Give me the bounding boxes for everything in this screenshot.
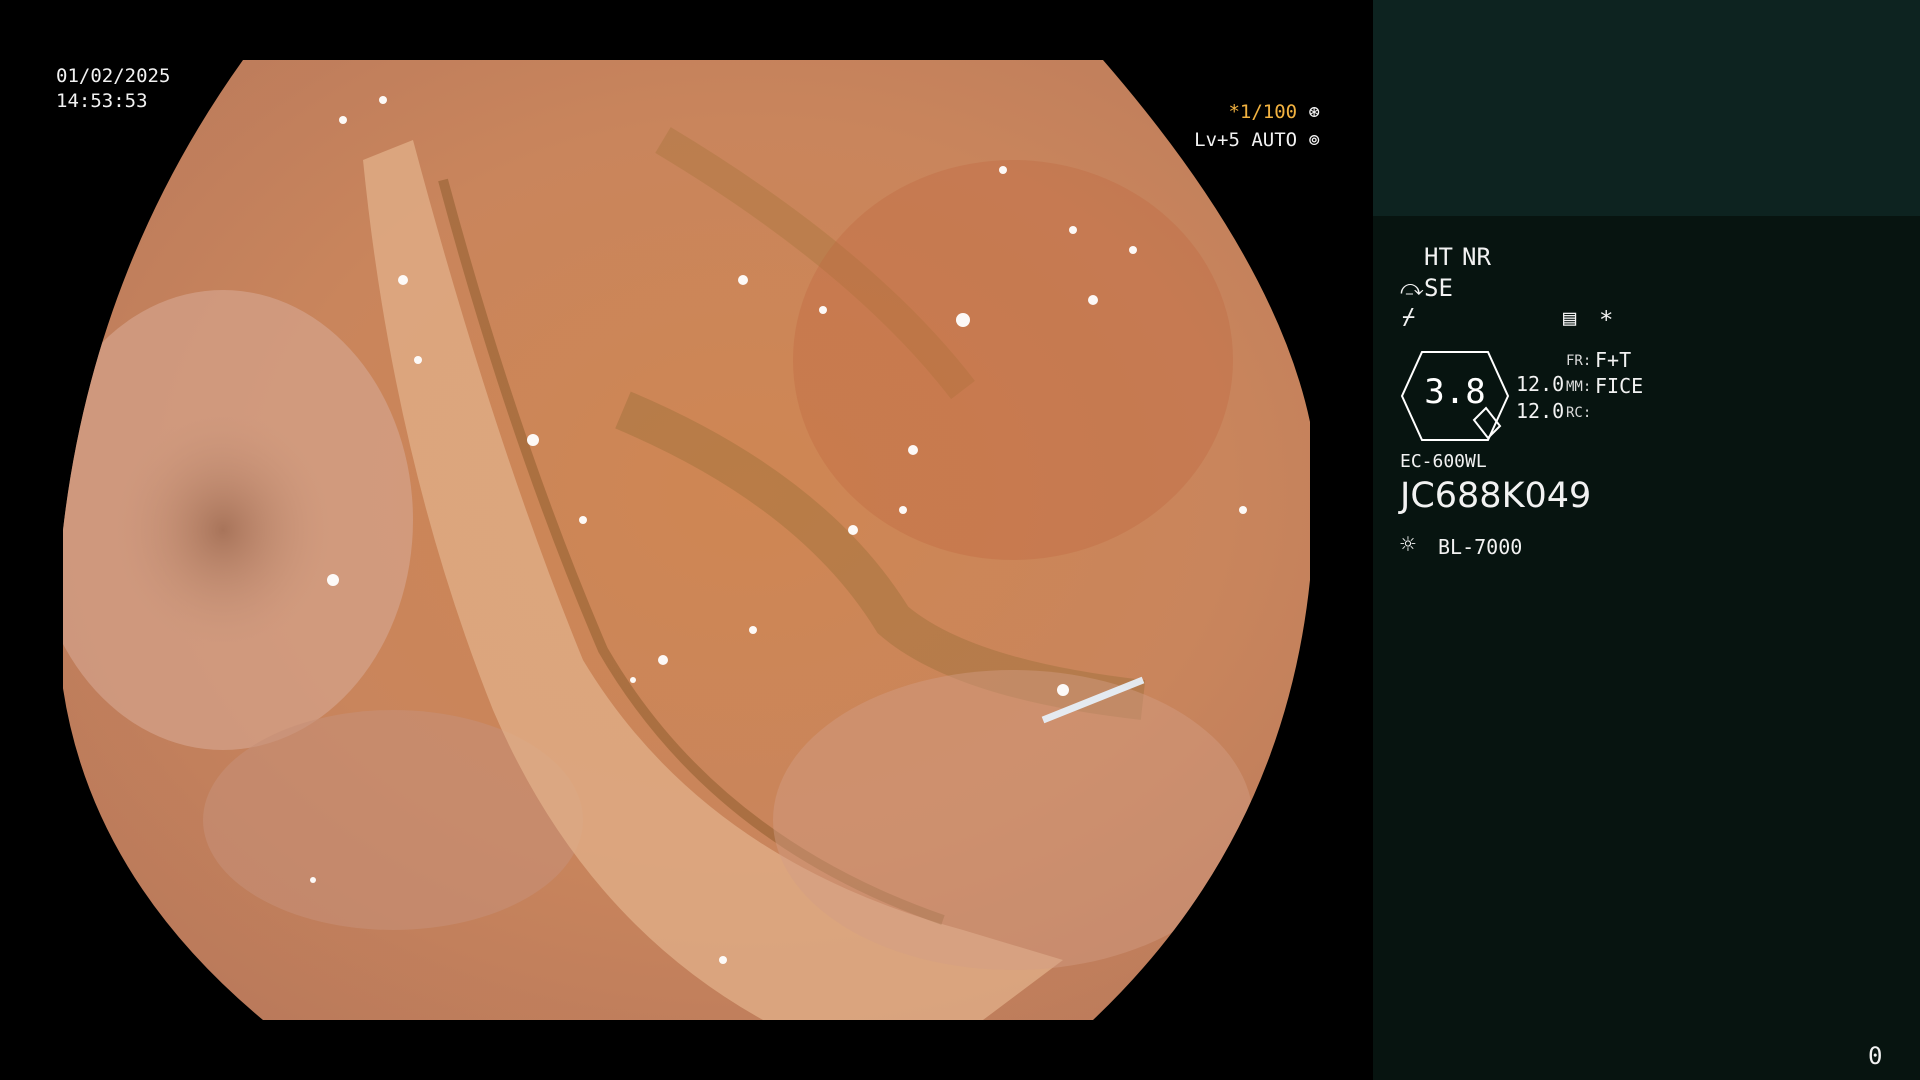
endoscope-view: 01/02/2025 14:53:53 *1/100 ⊛ Lv+5 AUTO ⊚ bbox=[0, 0, 1373, 1080]
rc-label: RC: bbox=[1566, 405, 1592, 421]
ht-indicator: HT bbox=[1424, 243, 1453, 271]
light-level: Lv+5 AUTO bbox=[1194, 129, 1298, 151]
fr-label: FR: bbox=[1566, 353, 1592, 369]
scope-tip-icon: ⤼ bbox=[1400, 276, 1424, 301]
iris-icon: ⊚ bbox=[1308, 129, 1320, 151]
light-level-readout: Lv+5 AUTO ⊚ bbox=[1150, 128, 1320, 153]
freeze-icon: ⌿ bbox=[1402, 305, 1416, 330]
memo-asterisk: * bbox=[1599, 306, 1614, 334]
lamp-icon: ☼ bbox=[1400, 530, 1416, 560]
enhancement-gauge: 3.8 bbox=[1400, 350, 1510, 442]
se-indicator: SE bbox=[1424, 274, 1453, 302]
mm-value: FICE bbox=[1595, 374, 1644, 398]
scope-serial: JC688K049 bbox=[1400, 476, 1592, 516]
shutter-wheel-icon: ⊛ bbox=[1308, 101, 1320, 123]
sidebar-header-panel bbox=[1373, 0, 1920, 216]
time-label: 14:53:53 bbox=[56, 90, 148, 112]
memo-icon: ▤ bbox=[1563, 306, 1577, 331]
value-2: 12.0 bbox=[1516, 399, 1565, 423]
date-label: 01/02/2025 bbox=[56, 65, 171, 87]
fr-value: F+T bbox=[1595, 348, 1632, 372]
value-1: 12.0 bbox=[1516, 372, 1565, 396]
mucosa-picture bbox=[63, 60, 1310, 1020]
gauge-value: 3.8 bbox=[1424, 372, 1486, 412]
endoscopic-image bbox=[63, 60, 1310, 1020]
nr-indicator: NR bbox=[1462, 243, 1491, 271]
scope-model: EC-600WL bbox=[1400, 451, 1487, 472]
shutter-speed: *1/100 bbox=[1228, 101, 1298, 123]
image-counter: 0 bbox=[1868, 1042, 1883, 1070]
shutter-readout: *1/100 ⊛ bbox=[1170, 100, 1320, 125]
light-source: BL-7000 bbox=[1438, 535, 1523, 559]
mm-label: MM: bbox=[1566, 379, 1592, 395]
